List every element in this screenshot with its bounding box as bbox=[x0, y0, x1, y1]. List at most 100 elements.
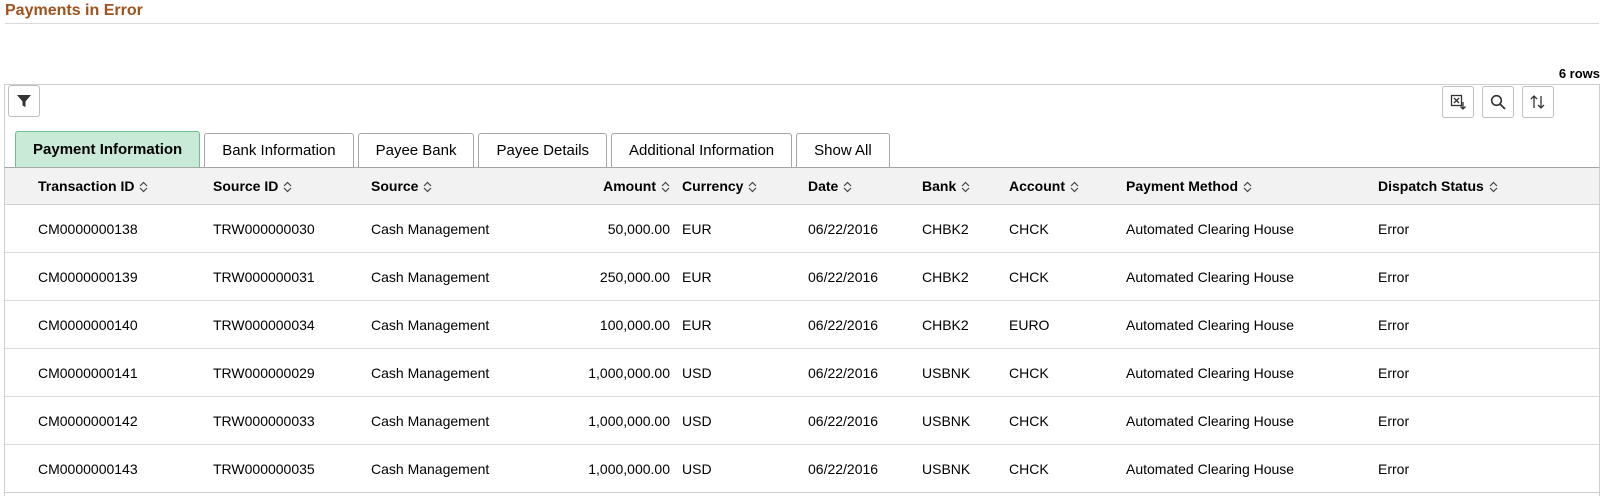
title-divider bbox=[5, 23, 1599, 24]
cell-dispatch-status: Error bbox=[1378, 348, 1599, 397]
cell-date: 06/22/2016 bbox=[808, 252, 922, 301]
cell-date: 06/22/2016 bbox=[808, 460, 879, 477]
export-excel-icon bbox=[1450, 94, 1466, 110]
cell-account: CHCK bbox=[1009, 252, 1126, 301]
cell-source-id: TRW000000031 bbox=[213, 252, 371, 301]
column-header-bank[interactable]: Bank bbox=[922, 168, 1009, 205]
table-row[interactable]: CM0000000138 TRW000000030 Cash Managemen… bbox=[5, 204, 1599, 253]
cell-payment-method: Automated Clearing House bbox=[1126, 348, 1378, 397]
sort-toggle-icon bbox=[140, 181, 148, 193]
sort-button[interactable] bbox=[1522, 86, 1554, 118]
header-row: Transaction ID Source ID Source Amount C… bbox=[5, 168, 1599, 205]
cell-transaction-id: CM0000000138 bbox=[5, 204, 213, 253]
sort-toggle-icon bbox=[283, 181, 292, 193]
cell-transaction-id: CM0000000139 bbox=[5, 252, 213, 301]
table-row[interactable]: CM0000000139 TRW000000031 Cash Managemen… bbox=[5, 252, 1599, 301]
sort-toggle-icon bbox=[1489, 181, 1498, 193]
cell-amount: 50,000.00 bbox=[531, 204, 676, 253]
cell-currency: USD bbox=[676, 348, 808, 397]
cell-currency: EUR bbox=[676, 252, 808, 301]
cell-dispatch-status: Error bbox=[1378, 252, 1599, 301]
cell-dispatch-status: Error bbox=[1378, 460, 1410, 477]
column-header-currency[interactable]: Currency bbox=[676, 168, 808, 205]
cell-source-id: TRW000000030 bbox=[213, 204, 371, 253]
cell-bank: USBNK bbox=[922, 396, 1009, 445]
column-header-transaction-id[interactable]: Transaction ID bbox=[5, 168, 213, 205]
sort-toggle-icon bbox=[661, 181, 670, 193]
tab-bank-information[interactable]: Bank Information bbox=[204, 133, 354, 167]
column-header-payment-method[interactable]: Payment Method bbox=[1126, 168, 1378, 205]
table-row[interactable]: CM0000000142 TRW000000033 Cash Managemen… bbox=[5, 396, 1599, 445]
cell-payment-method: Automated Clearing House bbox=[1126, 460, 1295, 477]
column-header-dispatch-status[interactable]: Dispatch Status bbox=[1378, 168, 1599, 205]
cell-source: Cash Management bbox=[371, 204, 531, 253]
tab-payee-details[interactable]: Payee Details bbox=[478, 133, 608, 167]
cell-source-id: TRW000000035 bbox=[213, 460, 315, 477]
cell-account: CHCK bbox=[1009, 460, 1049, 477]
cell-bank: CHBK2 bbox=[922, 252, 1009, 301]
sort-icon bbox=[1530, 95, 1545, 109]
cell-currency: USD bbox=[676, 396, 808, 445]
cell-transaction-id: CM0000000140 bbox=[5, 300, 213, 349]
cell-currency: EUR bbox=[676, 300, 808, 349]
column-header-source[interactable]: Source bbox=[371, 168, 531, 205]
cell-account: EURO bbox=[1009, 300, 1126, 349]
cell-payment-method: Automated Clearing House bbox=[1126, 300, 1378, 349]
export-excel-button[interactable] bbox=[1442, 86, 1474, 118]
cell-bank: USBNK bbox=[922, 348, 1009, 397]
cell-payment-method: Automated Clearing House bbox=[1126, 252, 1378, 301]
search-button[interactable] bbox=[1482, 86, 1514, 118]
cell-amount: 1,000,000.00 bbox=[588, 460, 670, 477]
sort-toggle-icon bbox=[843, 181, 852, 193]
cell-date: 06/22/2016 bbox=[808, 300, 922, 349]
cell-source: Cash Management bbox=[371, 348, 531, 397]
tab-additional-information[interactable]: Additional Information bbox=[611, 133, 793, 167]
cell-date: 06/22/2016 bbox=[808, 348, 922, 397]
cell-transaction-id: CM0000000142 bbox=[5, 396, 213, 445]
payments-table: Transaction ID Source ID Source Amount C… bbox=[5, 168, 1599, 492]
cell-amount: 1,000,000.00 bbox=[531, 396, 676, 445]
cell-transaction-id: CM0000000143 bbox=[38, 460, 138, 477]
tab-payee-bank[interactable]: Payee Bank bbox=[357, 133, 475, 167]
cell-date: 06/22/2016 bbox=[808, 396, 922, 445]
cell-bank: CHBK2 bbox=[922, 300, 1009, 349]
cell-transaction-id: CM0000000141 bbox=[5, 348, 213, 397]
sort-toggle-icon bbox=[961, 181, 970, 193]
column-header-amount[interactable]: Amount bbox=[531, 168, 676, 205]
cell-source: Cash Management bbox=[371, 300, 531, 349]
cell-dispatch-status: Error bbox=[1378, 300, 1599, 349]
payments-grid: Transaction ID Source ID Source Amount C… bbox=[4, 167, 1600, 493]
cell-account: CHCK bbox=[1009, 396, 1126, 445]
cell-source-id: TRW000000029 bbox=[213, 348, 371, 397]
cell-dispatch-status: Error bbox=[1378, 204, 1599, 253]
search-icon bbox=[1490, 94, 1506, 110]
filter-button[interactable] bbox=[8, 85, 40, 117]
sort-toggle-icon bbox=[424, 181, 432, 193]
cell-bank: CHBK2 bbox=[922, 204, 1009, 253]
sort-toggle-icon bbox=[1070, 181, 1079, 193]
row-count: 6 rows bbox=[1558, 66, 1600, 81]
cell-account: CHCK bbox=[1009, 348, 1126, 397]
cell-currency: EUR bbox=[676, 204, 808, 253]
cell-payment-method: Automated Clearing House bbox=[1126, 204, 1378, 253]
sort-toggle-icon bbox=[1243, 181, 1252, 193]
tab-show-all[interactable]: Show All bbox=[796, 133, 890, 167]
column-header-date[interactable]: Date bbox=[808, 168, 922, 205]
cell-source: Cash Management bbox=[371, 396, 531, 445]
cell-date: 06/22/2016 bbox=[808, 204, 922, 253]
table-row[interactable]: CM0000000143 TRW000000035 Cash Managemen… bbox=[5, 445, 1599, 493]
cell-source-id: TRW000000033 bbox=[213, 396, 371, 445]
filter-icon bbox=[17, 95, 31, 107]
column-header-source-id[interactable]: Source ID bbox=[213, 168, 371, 205]
cell-payment-method: Automated Clearing House bbox=[1126, 396, 1378, 445]
cell-amount: 250,000.00 bbox=[531, 252, 676, 301]
table-row[interactable]: CM0000000140 TRW000000034 Cash Managemen… bbox=[5, 300, 1599, 349]
cell-bank: USBNK bbox=[922, 460, 971, 477]
sort-toggle-icon bbox=[749, 181, 757, 193]
cell-source: Cash Management bbox=[371, 252, 531, 301]
tab-payment-information[interactable]: Payment Information bbox=[15, 131, 201, 167]
table-row[interactable]: CM0000000141 TRW000000029 Cash Managemen… bbox=[5, 348, 1599, 397]
page-title: Payments in Error bbox=[5, 2, 143, 19]
tab-bar: Payment Information Bank Information Pay… bbox=[15, 131, 890, 167]
column-header-account[interactable]: Account bbox=[1009, 168, 1126, 205]
